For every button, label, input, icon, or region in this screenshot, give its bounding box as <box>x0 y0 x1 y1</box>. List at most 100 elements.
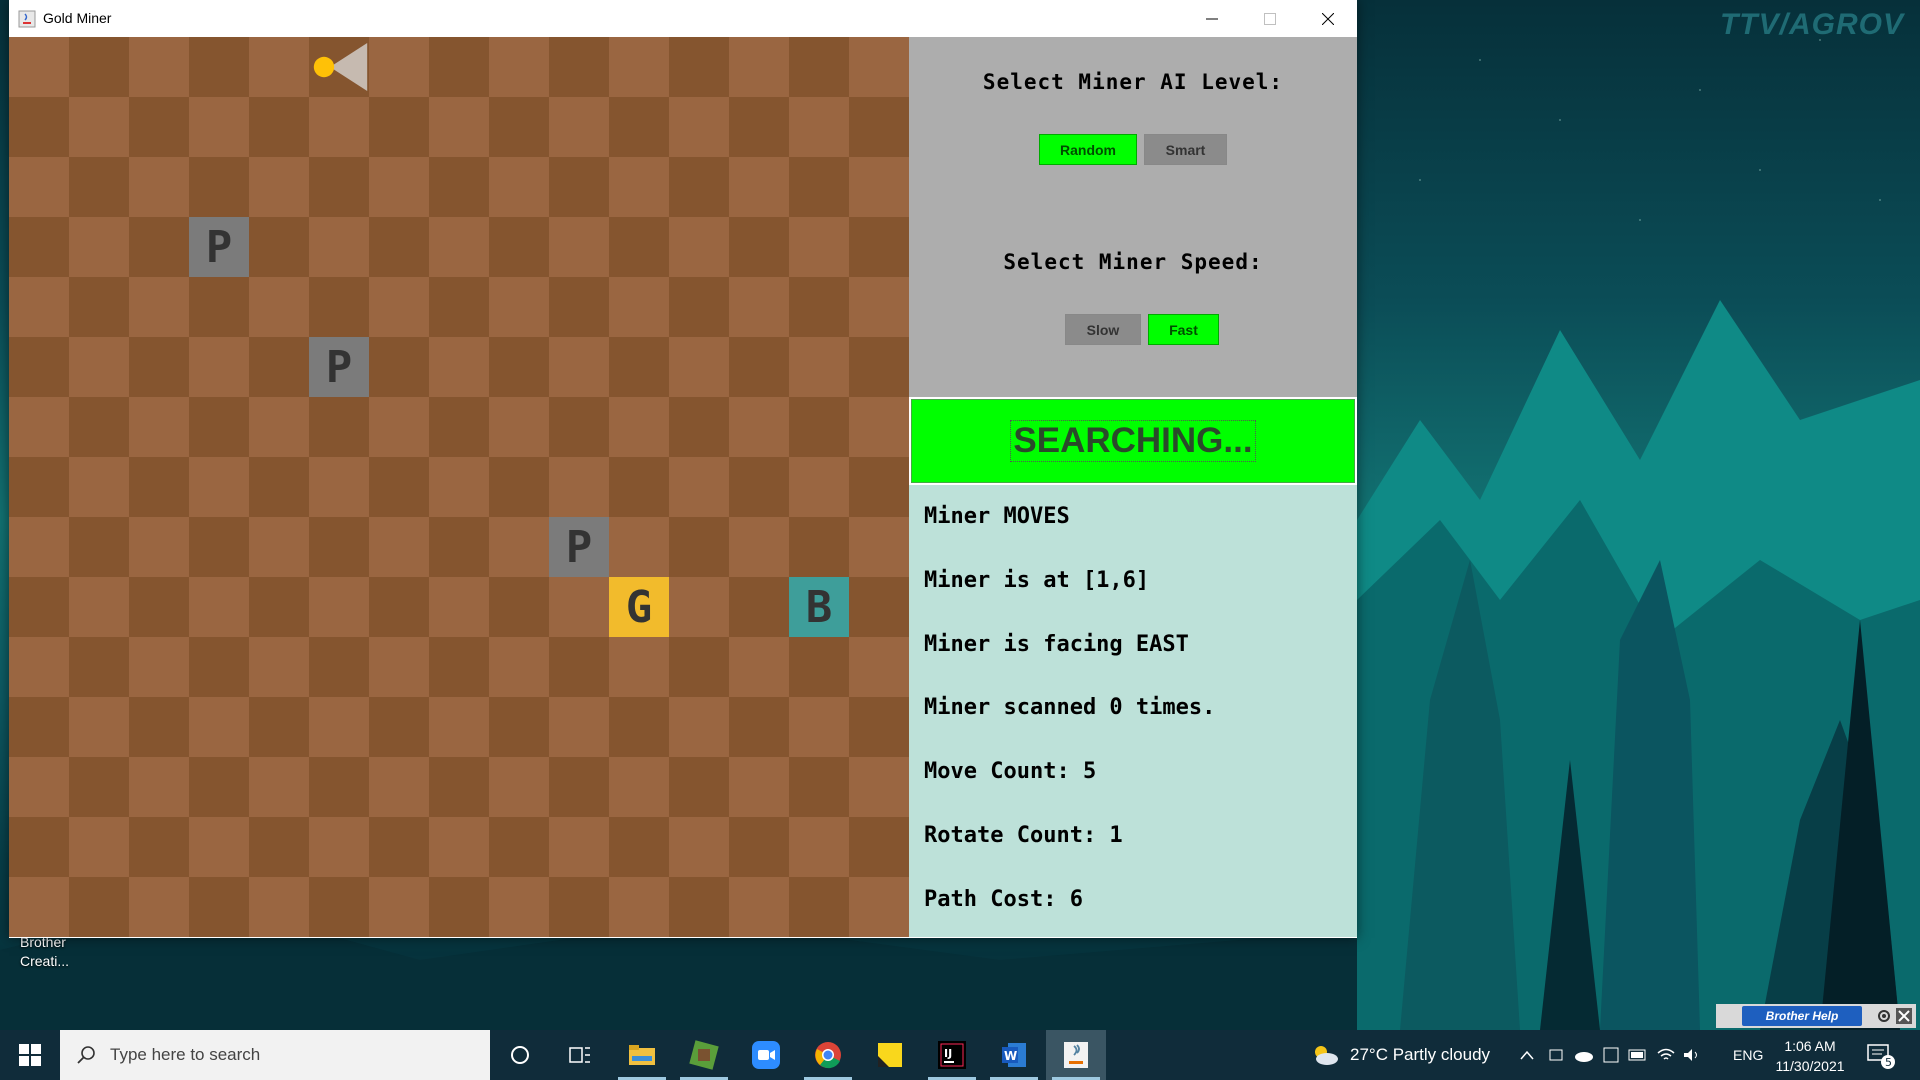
board-cell <box>669 217 729 277</box>
board-cell <box>9 517 69 577</box>
pit-tile: P <box>189 217 249 277</box>
board-cell <box>9 337 69 397</box>
battery-icon[interactable] <box>1628 1049 1648 1061</box>
network-drive-icon[interactable] <box>1602 1046 1620 1064</box>
smart-ai-button[interactable]: Smart <box>1144 134 1227 165</box>
board-cell <box>129 637 189 697</box>
board-cell <box>729 337 789 397</box>
board-cell <box>249 637 309 697</box>
speed-title: Select Miner Speed: <box>1003 250 1263 274</box>
board-cell <box>69 97 129 157</box>
board-cell <box>9 457 69 517</box>
pit-tile: P <box>549 517 609 577</box>
notification-badge: 5 <box>1885 1056 1892 1069</box>
info-action: Miner MOVES <box>924 504 1070 529</box>
show-hidden-icons-button[interactable] <box>1520 1030 1534 1080</box>
taskbar-search-box[interactable]: Type here to search <box>60 1030 490 1080</box>
settings-icon[interactable] <box>1876 1008 1892 1024</box>
meet-now-icon[interactable] <box>1548 1047 1564 1063</box>
sticky-notes-icon[interactable] <box>860 1030 920 1080</box>
cortana-icon[interactable] <box>490 1030 550 1080</box>
board-cell <box>549 397 609 457</box>
close-button[interactable] <box>1299 0 1357 37</box>
brother-help-bar[interactable]: Brother Help <box>1716 1004 1916 1028</box>
board-cell <box>9 757 69 817</box>
board-cell <box>129 817 189 877</box>
board-cell <box>729 817 789 877</box>
board-cell <box>609 277 669 337</box>
start-button[interactable] <box>0 1030 60 1080</box>
board-cell <box>249 517 309 577</box>
board-cell <box>609 637 669 697</box>
board-cell <box>189 157 249 217</box>
file-explorer-icon[interactable] <box>612 1030 672 1080</box>
board-cell <box>309 157 369 217</box>
pit-tile: P <box>309 337 369 397</box>
minimize-button[interactable] <box>1183 0 1241 37</box>
board-cell <box>249 457 309 517</box>
board-cell <box>249 157 309 217</box>
maximize-button[interactable] <box>1241 0 1299 37</box>
board-cell <box>849 397 909 457</box>
board-cell <box>249 817 309 877</box>
board-cell <box>609 757 669 817</box>
word-icon[interactable]: W <box>984 1030 1044 1080</box>
java-app-icon <box>18 10 36 28</box>
zoom-icon[interactable] <box>736 1030 796 1080</box>
board-cell <box>849 457 909 517</box>
chrome-icon[interactable] <box>798 1030 858 1080</box>
wifi-icon[interactable] <box>1656 1047 1676 1063</box>
task-view-icon[interactable] <box>550 1030 610 1080</box>
board-cell <box>429 277 489 337</box>
board-cell <box>789 817 849 877</box>
board-cell <box>69 337 129 397</box>
volume-icon[interactable] <box>1682 1047 1702 1063</box>
partly-cloudy-icon <box>1315 1046 1338 1065</box>
board-cell <box>69 697 129 757</box>
board-cell <box>489 697 549 757</box>
board-cell <box>609 517 669 577</box>
board-cell <box>729 277 789 337</box>
board-cell <box>489 637 549 697</box>
board-cell <box>729 577 789 637</box>
info-scanned: Miner scanned 0 times. <box>924 695 1216 720</box>
board-cell <box>549 757 609 817</box>
board-cell <box>729 637 789 697</box>
board-cell <box>549 97 609 157</box>
miner-icon <box>313 43 368 91</box>
board-cell <box>609 457 669 517</box>
java-icon[interactable] <box>1046 1030 1106 1080</box>
board-cell <box>369 577 429 637</box>
chevron-up-icon <box>1520 1050 1534 1060</box>
board-cell <box>129 757 189 817</box>
board-cell <box>849 877 909 937</box>
board-cell <box>609 817 669 877</box>
board-cell <box>129 337 189 397</box>
stream-watermark: TTV/AGROV <box>1719 8 1904 41</box>
taskbar-clock[interactable]: 1:06 AM 11/30/2021 <box>1760 1036 1860 1076</box>
board-cell <box>369 517 429 577</box>
minecraft-icon[interactable] <box>674 1030 734 1080</box>
board-cell <box>9 97 69 157</box>
title-bar[interactable]: Gold Miner <box>9 0 1357 37</box>
fast-speed-button[interactable]: Fast <box>1148 314 1219 345</box>
intellij-icon[interactable]: IJ <box>922 1030 982 1080</box>
shortcut-label-line2: Creati... <box>20 953 70 969</box>
ai-level-title: Select Miner AI Level: <box>982 70 1284 94</box>
board-cell <box>9 697 69 757</box>
status-banner[interactable]: SEARCHING... <box>911 399 1355 483</box>
search-placeholder: Type here to search <box>110 1045 261 1064</box>
board-cell <box>69 397 129 457</box>
controls-panel: Select Miner AI Level: Random Smart Sele… <box>909 37 1357 397</box>
board-cell <box>429 217 489 277</box>
board-cell <box>69 637 129 697</box>
slow-speed-button[interactable]: Slow <box>1065 314 1141 345</box>
close-icon[interactable] <box>1896 1008 1912 1024</box>
random-ai-button[interactable]: Random <box>1039 134 1137 165</box>
input-language[interactable]: ENG <box>1733 1030 1763 1080</box>
info-move-count: Move Count: 5 <box>924 759 1097 784</box>
desktop-shortcut-brother[interactable]: Brother Creati... <box>20 933 69 971</box>
notification-center-button[interactable]: 5 <box>1866 1030 1896 1080</box>
onedrive-icon[interactable] <box>1574 1048 1594 1062</box>
weather-widget[interactable]: 27°C Partly cloudy <box>1310 1030 1490 1080</box>
